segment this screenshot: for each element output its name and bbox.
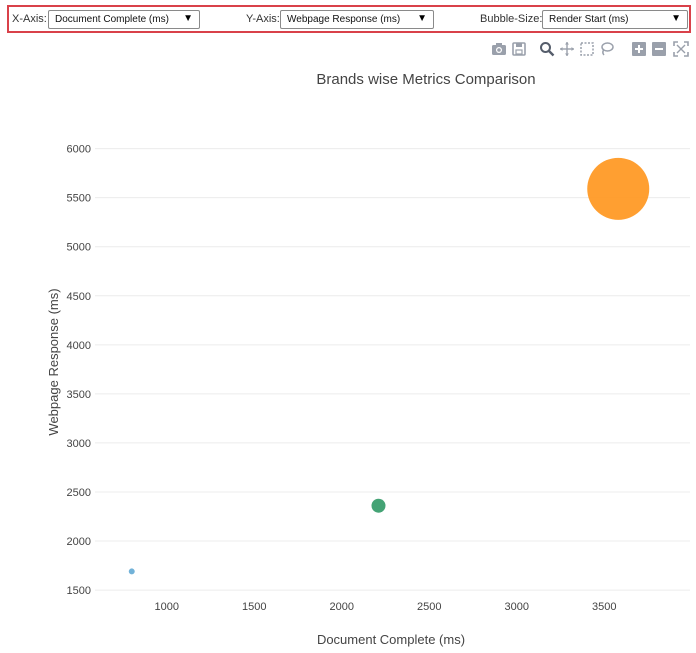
save-icon[interactable] bbox=[510, 40, 528, 58]
zoom-out-icon[interactable] bbox=[650, 40, 668, 58]
y-tick-label: 3500 bbox=[67, 389, 91, 401]
chart-page: 1500 2000 2500 3000 3500 4000 4500 5000 5500 6000… bbox=[0, 0, 696, 653]
chevron-down-icon: ▼ bbox=[417, 13, 427, 24]
y-tick-label: 4500 bbox=[67, 291, 91, 303]
x-tick-label: 2000 bbox=[330, 601, 354, 613]
x-tick-label: 3500 bbox=[592, 601, 616, 613]
bubble-point[interactable] bbox=[587, 157, 650, 220]
autoscale-icon[interactable] bbox=[672, 40, 690, 58]
y-tick-label: 3000 bbox=[67, 438, 91, 450]
x-axis-select[interactable]: Document Complete (ms) ▼ bbox=[48, 10, 200, 29]
zoom-in-icon[interactable] bbox=[630, 40, 648, 58]
x-tick-label: 2500 bbox=[417, 601, 441, 613]
x-axis-title: Document Complete (ms) bbox=[317, 632, 465, 647]
bubble-point[interactable] bbox=[371, 498, 386, 513]
y-tick-labels: 1500 2000 2500 3000 3500 4000 4500 5000 5500 6000 bbox=[67, 144, 91, 597]
x-axis-select-value: Document Complete (ms) bbox=[55, 14, 169, 25]
y-tick-label: 5000 bbox=[67, 242, 91, 254]
x-tick-labels: 1000 1500 2000 2500 3000 3500 bbox=[155, 601, 617, 613]
y-tick-label: 6000 bbox=[67, 144, 91, 156]
x-axis-label: X-Axis: bbox=[12, 13, 47, 25]
y-axis-title: Webpage Response (ms) bbox=[46, 288, 61, 435]
y-tick-label: 1500 bbox=[67, 585, 91, 597]
y-tick-label: 2000 bbox=[67, 536, 91, 548]
bubble-size-select[interactable]: Render Start (ms) ▼ bbox=[542, 10, 688, 29]
x-tick-label: 1500 bbox=[242, 601, 266, 613]
axis-controls-bar: X-Axis: Document Complete (ms) ▼ Y-Axis:… bbox=[7, 5, 691, 33]
y-axis-select[interactable]: Webpage Response (ms) ▼ bbox=[280, 10, 434, 29]
x-tick-label: 1000 bbox=[155, 601, 179, 613]
chart-title: Brands wise Metrics Comparison bbox=[316, 71, 535, 88]
bubble-size-label: Bubble-Size: bbox=[480, 13, 543, 25]
data-points[interactable] bbox=[128, 157, 650, 575]
y-tick-label: 5500 bbox=[67, 193, 91, 205]
bubble-size-select-value: Render Start (ms) bbox=[549, 14, 629, 25]
y-axis-label: Y-Axis: bbox=[246, 13, 280, 25]
y-tick-label: 4000 bbox=[67, 340, 91, 352]
x-tick-label: 3000 bbox=[505, 601, 529, 613]
y-axis-select-value: Webpage Response (ms) bbox=[287, 14, 401, 25]
chevron-down-icon: ▼ bbox=[183, 13, 193, 24]
lasso-icon[interactable] bbox=[598, 40, 616, 58]
pan-icon[interactable] bbox=[558, 40, 576, 58]
chevron-down-icon: ▼ bbox=[671, 13, 681, 24]
camera-icon[interactable] bbox=[490, 40, 508, 58]
bubble-point[interactable] bbox=[128, 568, 135, 575]
y-tick-label: 2500 bbox=[67, 487, 91, 499]
zoom-icon[interactable] bbox=[538, 40, 556, 58]
box-select-icon[interactable] bbox=[578, 40, 596, 58]
scatter-chart: 1500 2000 2500 3000 3500 4000 4500 5000 5500 6000… bbox=[46, 71, 690, 647]
grid-lines bbox=[95, 148, 690, 591]
